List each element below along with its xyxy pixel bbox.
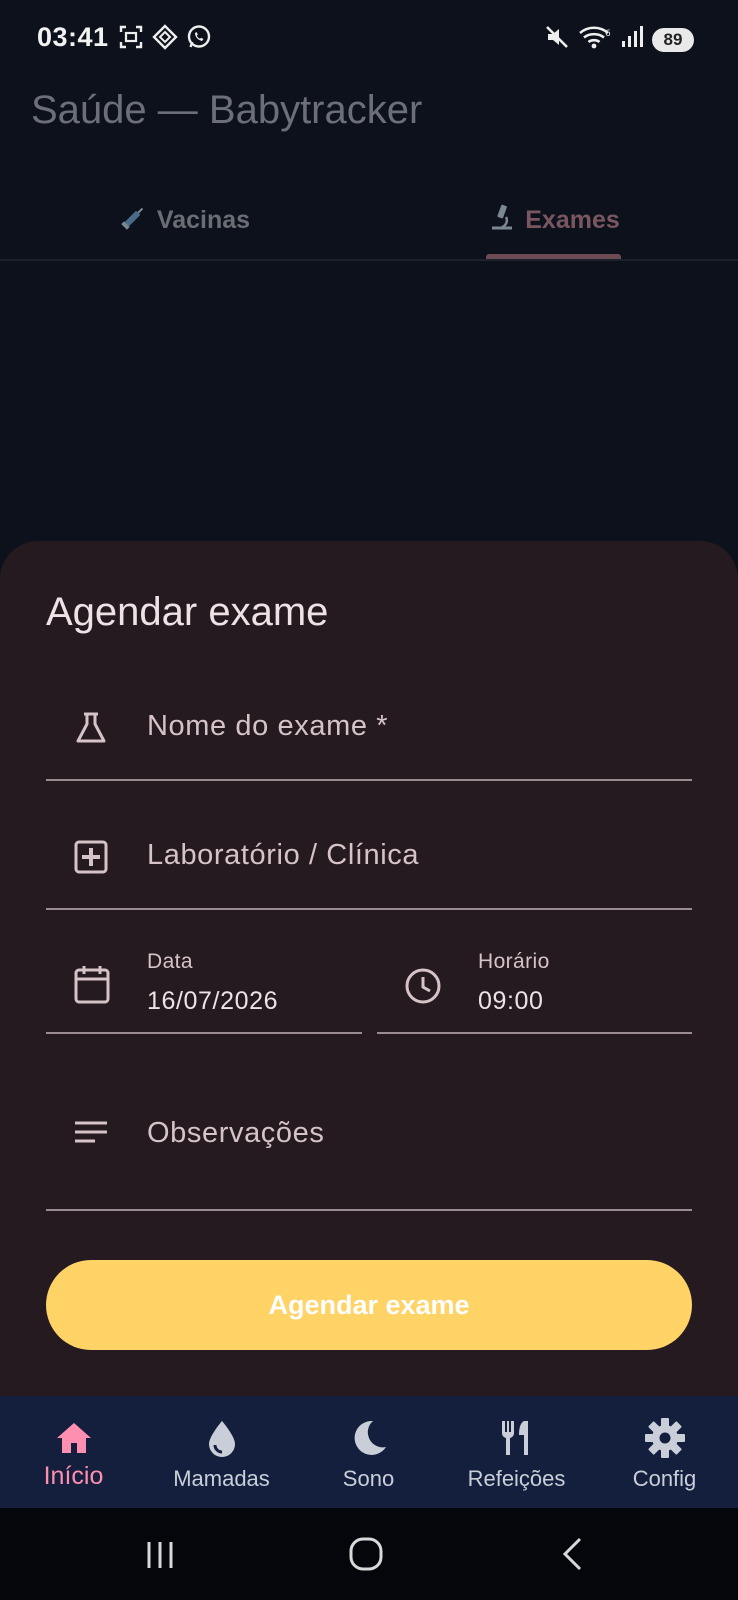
status-time: 03:41: [37, 22, 109, 52]
status-left-icons: [118, 24, 212, 55]
page-title: Saúde — Babytracker: [31, 88, 423, 132]
syringe-icon: [119, 202, 149, 239]
back-button[interactable]: [560, 1536, 586, 1577]
exam-name-underline: [46, 779, 692, 781]
recents-button[interactable]: [143, 1538, 177, 1577]
app-diamond-icon: [152, 24, 178, 55]
bottom-nav: Início Mamadas Sono Refeições Config: [0, 1396, 738, 1508]
date-value: 16/07/2026: [147, 987, 279, 1015]
home-icon: [54, 1416, 94, 1460]
mute-icon: [544, 24, 570, 55]
tab-vacinas[interactable]: Vacinas: [0, 180, 369, 260]
lab-placeholder: Laboratório / Clínica: [147, 839, 420, 871]
tab-vacinas-label: Vacinas: [156, 205, 251, 234]
schedule-exam-button[interactable]: Agendar exame: [46, 1260, 692, 1350]
nav-label-inicio: Início: [43, 1462, 104, 1490]
nav-label-mamadas: Mamadas: [173, 1466, 270, 1491]
tabs-divider: [0, 259, 738, 261]
date-label: Data: [147, 950, 193, 973]
sheet-title: Agendar exame: [46, 590, 329, 634]
nav-item-sono[interactable]: Sono: [295, 1396, 442, 1508]
calendar-icon: [73, 964, 111, 1011]
flask-icon: [73, 710, 109, 751]
nav-item-inicio[interactable]: Início: [0, 1396, 147, 1508]
nav-item-config[interactable]: Config: [591, 1396, 738, 1508]
microscope-icon: [487, 202, 517, 239]
time-value: 09:00: [478, 987, 544, 1015]
battery-icon: 89: [652, 27, 694, 52]
tab-bar: Vacinas Exames: [0, 180, 738, 260]
time-underline: [377, 1032, 692, 1034]
notes-underline: [46, 1209, 692, 1211]
notes-field[interactable]: [46, 1080, 692, 1210]
nav-item-refeicoes[interactable]: Refeições: [443, 1396, 590, 1508]
notes-icon: [73, 1118, 109, 1153]
exam-name-placeholder: Nome do exame *: [147, 710, 389, 742]
status-right-icons: 6 89: [544, 24, 694, 55]
date-underline: [46, 1032, 362, 1034]
notes-placeholder: Observações: [147, 1117, 325, 1149]
nav-label-sono: Sono: [342, 1466, 395, 1491]
nav-label-config: Config: [632, 1466, 697, 1491]
wifi-icon: 6: [578, 24, 612, 55]
whatsapp-icon: [186, 24, 212, 55]
lab-underline: [46, 908, 692, 910]
screenshot-icon: [118, 24, 144, 55]
nav-item-mamadas[interactable]: Mamadas: [148, 1396, 295, 1508]
drop-icon: [205, 1416, 239, 1460]
tab-exames[interactable]: Exames: [369, 180, 738, 260]
svg-text:6: 6: [605, 29, 611, 39]
system-nav-bar: [0, 1508, 738, 1600]
home-button[interactable]: [348, 1536, 384, 1577]
medical-plus-icon: [73, 839, 109, 880]
moon-icon: [349, 1416, 389, 1460]
clock-icon: [404, 967, 442, 1010]
nav-label-refeicoes: Refeições: [467, 1466, 566, 1491]
signal-icon: [620, 24, 644, 55]
cutlery-icon: [497, 1416, 537, 1460]
tab-exames-label: Exames: [525, 205, 620, 234]
gear-icon: [644, 1416, 686, 1460]
time-label: Horário: [478, 950, 550, 973]
